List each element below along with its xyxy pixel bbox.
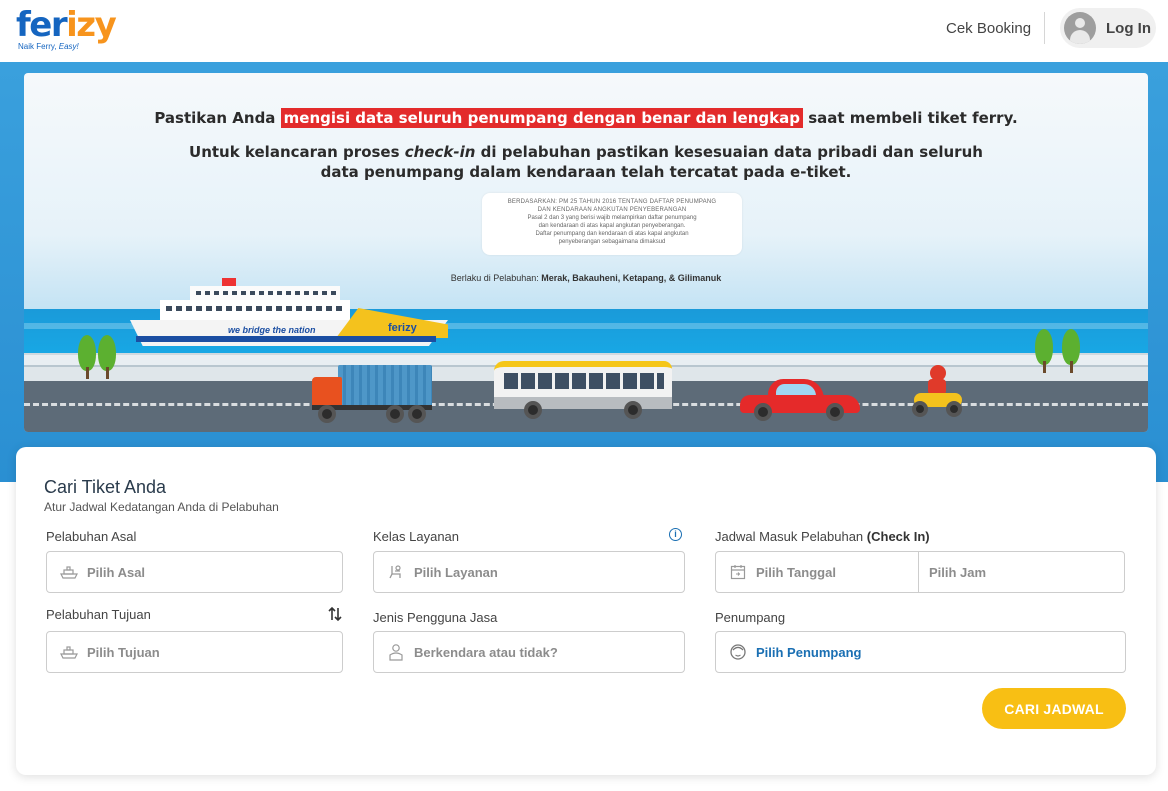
ferizy-logo[interactable]: ferizy Naik Ferry, Easy! <box>16 5 117 51</box>
search-subtitle: Atur Jadwal Kedatangan Anda di Pelabuhan <box>44 500 279 514</box>
logo-text-fer: fer <box>16 5 68 45</box>
regulation-body-2: dan kendaraan di atas kapal angkutan pen… <box>538 223 686 229</box>
passenger-placeholder: Pilih Penumpang <box>756 644 862 660</box>
search-schedule-button[interactable]: CARI JADWAL <box>982 688 1126 729</box>
login-button[interactable]: Log In <box>1060 8 1156 48</box>
time-picker[interactable]: Pilih Jam <box>919 552 986 592</box>
calendar-icon <box>728 563 748 581</box>
regulation-body-1: Pasal 2 dan 3 yang berisi wajib melampir… <box>527 215 697 221</box>
logo-tagline-text: Naik Ferry, <box>18 42 59 51</box>
regulation-title-1: BERDASARKAN: PM 25 TAHUN 2016 TENTANG DA… <box>507 199 717 205</box>
user-avatar-icon <box>1064 12 1096 44</box>
logo-tagline-emphasis: Easy! <box>58 42 79 51</box>
banner-headline-highlight: mengisi data seluruh penumpang dengan be… <box>280 108 803 128</box>
ferry-slogan: we bridge the nation <box>228 325 316 335</box>
scooter-illustration <box>912 365 964 419</box>
search-title: Cari Tiket Anda <box>44 477 167 497</box>
date-picker[interactable]: Pilih Tanggal <box>716 552 918 592</box>
service-class-select[interactable]: Pilih Layanan <box>373 551 685 593</box>
swap-vertical-icon[interactable] <box>328 606 342 622</box>
date-placeholder: Pilih Tanggal <box>756 564 836 580</box>
truck-illustration <box>312 365 432 423</box>
ship-icon <box>59 563 79 581</box>
service-class-placeholder: Pilih Layanan <box>414 564 498 580</box>
ferry-brand: ferizy <box>388 322 417 334</box>
user-type-placeholder: Berkendara atau tidak? <box>414 644 558 660</box>
tree-icon <box>1062 329 1080 373</box>
seat-icon <box>386 563 406 581</box>
car-illustration <box>740 379 860 421</box>
banner-checkin-note-b: di pelabuhan pastikan kesesuaian data pr… <box>475 143 983 161</box>
regulation-body-3: Daftar penumpang dan kendaraan di atas k… <box>535 231 689 237</box>
login-label: Log In <box>1106 19 1151 37</box>
top-header: ferizy Naik Ferry, Easy! Cek Booking Log… <box>0 0 1168 62</box>
time-placeholder: Pilih Jam <box>929 564 987 580</box>
ship-icon <box>59 643 79 661</box>
regulation-box: BERDASARKAN: PM 25 TAHUN 2016 TENTANG DA… <box>482 193 742 255</box>
banner-checkin-note-em: check-in <box>404 143 476 161</box>
banner-headline-pre: Pastikan Anda <box>154 109 281 127</box>
origin-placeholder: Pilih Asal <box>87 564 146 580</box>
ports-note-label: Berlaku di Pelabuhan: <box>450 273 542 283</box>
checkin-schedule-group: Pilih Tanggal Pilih Jam <box>715 551 1125 593</box>
ferry-illustration: we bridge the nation ferizy <box>130 278 448 348</box>
banner-checkin-note-c: data penumpang dalam kendaraan telah ter… <box>320 163 852 181</box>
tree-icon <box>78 335 96 379</box>
logo-text-izy: izy <box>66 5 117 45</box>
service-class-label: Kelas Layanan <box>373 529 460 544</box>
checkin-schedule-label-text: Jadwal Masuk Pelabuhan <box>715 529 864 544</box>
banner-headline-post: saat membeli tiket ferry. <box>802 109 1018 127</box>
promo-banner: Pastikan Anda mengisi data seluruh penum… <box>24 73 1148 432</box>
checkin-schedule-label-bold: (Check In) <box>866 529 930 544</box>
tree-icon <box>1035 329 1053 373</box>
passenger-label: Penumpang <box>715 610 786 625</box>
destination-select[interactable]: Pilih Tujuan <box>46 631 343 673</box>
user-type-select[interactable]: Berkendara atau tidak? <box>373 631 685 673</box>
regulation-title-2: DAN KENDARAAN ANGKUTAN PENYEBERANGAN <box>537 207 687 213</box>
person-icon <box>386 643 406 661</box>
info-icon[interactable]: i <box>669 528 682 541</box>
regulation-body-4: penyeberangan sebagaimana dimaksud <box>558 239 666 245</box>
passenger-face-icon <box>728 643 748 661</box>
ports-note-list: Merak, Bakauheni, Ketapang, & Gilimanuk <box>541 273 722 283</box>
passenger-select[interactable]: Pilih Penumpang <box>715 631 1126 673</box>
destination-label: Pelabuhan Tujuan <box>46 607 151 622</box>
search-ticket-card: Cari Tiket Anda Atur Jadwal Kedatangan A… <box>16 447 1156 775</box>
banner-checkin-note-a: Untuk kelancaran proses <box>189 143 405 161</box>
logo-wordmark: ferizy <box>16 5 117 45</box>
banner-checkin-note: Untuk kelancaran proses check-in di pela… <box>24 142 1148 182</box>
user-type-label: Jenis Pengguna Jasa <box>373 610 498 625</box>
header-divider <box>1044 12 1045 44</box>
origin-select[interactable]: Pilih Asal <box>46 551 343 593</box>
banner-headline: Pastikan Anda mengisi data seluruh penum… <box>24 108 1148 128</box>
tree-icon <box>98 335 116 379</box>
cek-booking-link[interactable]: Cek Booking <box>946 20 1031 37</box>
origin-label: Pelabuhan Asal <box>46 529 137 544</box>
destination-placeholder: Pilih Tujuan <box>87 644 160 660</box>
checkin-schedule-label: Jadwal Masuk Pelabuhan (Check In) <box>715 529 930 544</box>
bus-illustration <box>494 361 672 421</box>
